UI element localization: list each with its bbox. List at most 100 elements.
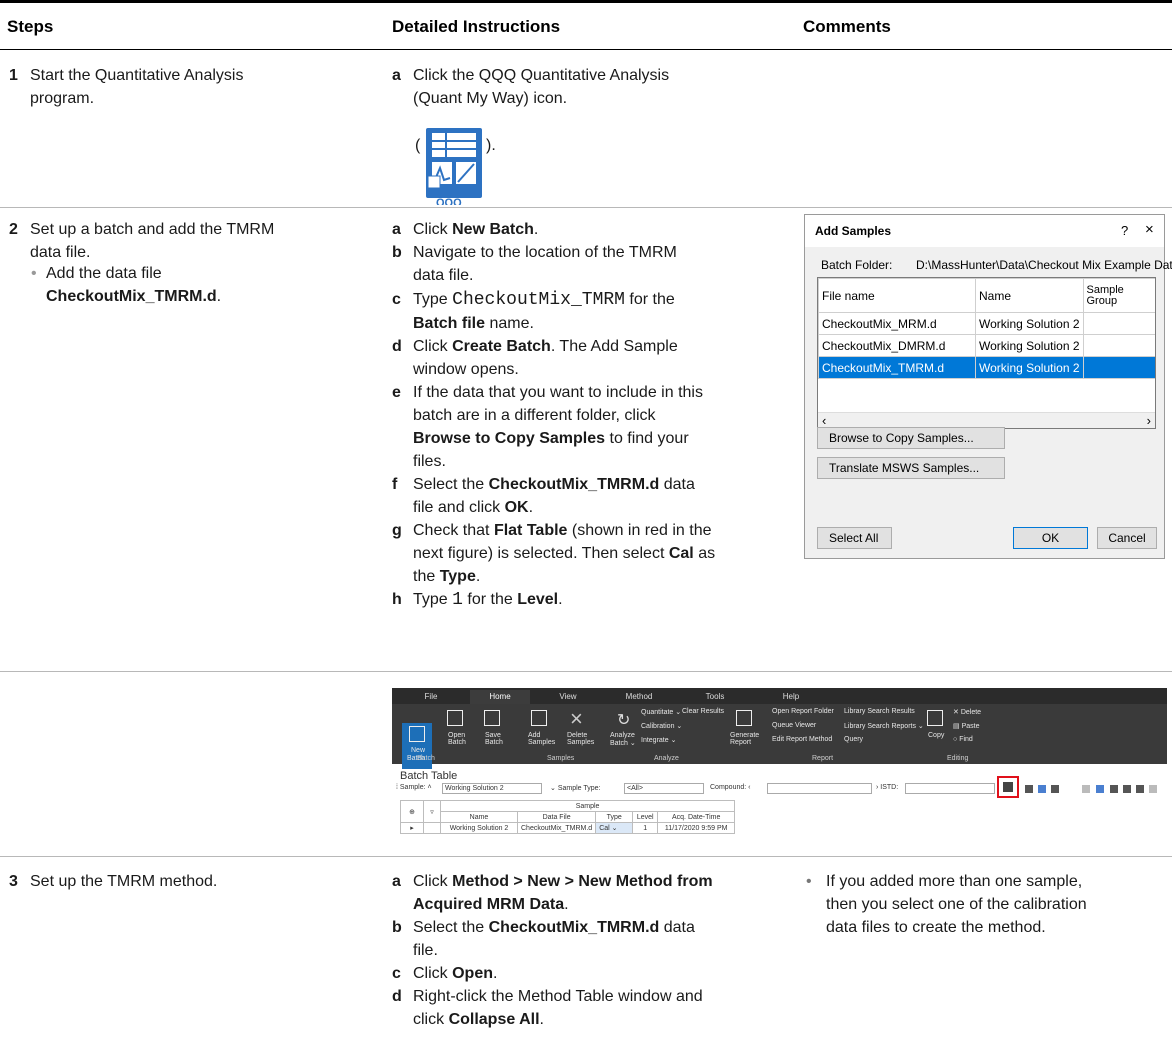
sample-filter-select[interactable]: Working Solution 2 [442,783,542,794]
quantitate-button[interactable]: Quantitate ⌄ [641,708,681,716]
tab-view[interactable]: View [537,690,599,704]
tab-help[interactable]: Help [756,690,826,704]
group-editing: Editing [947,755,969,762]
select-all-button[interactable]: Select All [817,527,892,549]
group-report: Report [812,755,834,762]
table-row[interactable]: CheckoutMix_MRM.d Working Solution 2 [818,312,1155,335]
library-search-reports-button[interactable]: Library Search Reports ⌄ [844,722,924,730]
tab-tools[interactable]: Tools [680,690,750,704]
istd-label: › ISTD: [876,784,899,791]
compound-select[interactable] [767,783,872,794]
copy-icon[interactable] [927,710,943,726]
step-2-instructions: a Click New Batch. b Navigate to the loc… [392,221,716,610]
step-1a-text: Click the QQQ Quantitative Analysis (Quan… [413,67,670,107]
scroll-right-icon[interactable]: › [1147,413,1151,428]
new-batch-icon [409,726,425,742]
open-batch-button[interactable]: Open Batch [448,732,466,746]
col-name[interactable]: Name [975,278,1084,313]
bullet-icon: • [31,265,37,282]
tab-file[interactable]: File [396,690,466,704]
flag-icon[interactable] [1149,785,1157,793]
close-icon[interactable]: × [1145,221,1154,238]
find-button[interactable]: ○ Find [953,736,973,743]
tab-method[interactable]: Method [604,690,674,704]
delete-samples-button[interactable]: Delete Samples [567,732,594,746]
analyze-batch-icon[interactable]: ↻ [617,710,630,730]
step-1-number: 1 [9,67,18,84]
sample-type-label: ⌄ Sample Type: [550,785,601,792]
view-icon[interactable] [1038,785,1046,793]
type-select[interactable]: Cal ⌄ [595,822,634,834]
flag-icon[interactable] [1096,785,1104,793]
group-analyze: Analyze [654,755,679,762]
translate-msws-samples-button[interactable]: Translate MSWS Samples... [817,457,1005,479]
col-type[interactable]: Type [595,811,634,823]
col-sample-group[interactable]: Sample Group [1082,278,1155,313]
paste-button[interactable]: ▤ Paste [953,722,979,730]
flag-icon[interactable] [1082,785,1090,793]
icon-open-paren: ( [415,137,421,154]
flat-table-button[interactable] [997,776,1019,798]
samples-grid[interactable]: File name Name Sample Group CheckoutMix_… [817,277,1156,429]
help-icon[interactable]: ? [1121,223,1128,238]
flag-icon[interactable] [1136,785,1144,793]
step-3-comment: If you added more than one sample, then … [826,873,1087,936]
batch-folder-path: D:\MassHunter\Data\Checkout Mix Example … [916,258,1172,272]
sample-group-header: Sample [439,800,736,812]
table-row-selected[interactable]: CheckoutMix_TMRM.d Working Solution 2 [818,356,1155,379]
col-file-name[interactable]: File name [818,278,976,313]
quant-ribbon-screenshot: File Home View Method Tools Help New Bat… [392,688,1167,836]
open-batch-icon[interactable] [447,710,463,726]
clear-results-button[interactable]: Clear Results [682,708,724,715]
view-icon[interactable] [1025,785,1033,793]
edit-report-method-button[interactable]: Edit Report Method [772,736,832,743]
table-row[interactable]: ▸ Working Solution 2 CheckoutMix_TMRM.d … [400,822,736,834]
table-row[interactable]: CheckoutMix_DMRM.d Working Solution 2 [818,334,1155,357]
icon-caption: QQQ [436,197,462,205]
open-report-folder-button[interactable]: Open Report Folder [772,708,834,715]
step-3-instructions: a Click Method > New > New Method from A… [392,873,713,1028]
new-batch-button[interactable]: New Batch [402,723,432,769]
col-acq-date-time[interactable]: Acq. Date-Time [657,811,736,823]
row-divider [0,207,1172,208]
view-icon[interactable] [1051,785,1059,793]
integrate-button[interactable]: Integrate ⌄ [641,736,676,744]
queue-viewer-button[interactable]: Queue Viewer [772,722,816,729]
save-batch-icon[interactable] [484,710,500,726]
row-divider [0,671,1172,672]
sample-type-select[interactable]: <All> [624,783,704,794]
tab-home[interactable]: Home [470,690,530,704]
row-divider [0,856,1172,857]
generate-report-button[interactable]: Generate Report [730,732,759,746]
ok-button[interactable]: OK [1013,527,1088,549]
flag-icon[interactable] [1123,785,1131,793]
delete-samples-icon[interactable]: × [570,706,583,732]
step-2-number: 2 [9,221,18,238]
istd-select[interactable] [905,783,995,794]
save-batch-button[interactable]: Save Batch [485,732,503,746]
copy-button[interactable]: Copy [928,732,944,739]
analyze-batch-button[interactable]: Analyze Batch ⌄ [610,732,636,747]
generate-report-icon[interactable] [736,710,752,726]
browse-to-copy-samples-button[interactable]: Browse to Copy Samples... [817,427,1005,449]
col-level[interactable]: Level [632,811,659,823]
calibration-button[interactable]: Calibration ⌄ [641,722,682,730]
icon-close-paren: ). [486,137,496,154]
dialog-title-bar: Add Samples ? × [805,215,1164,247]
cancel-button[interactable]: Cancel [1097,527,1157,549]
add-samples-button[interactable]: Add Samples [528,732,555,746]
library-search-results-button[interactable]: Library Search Results [844,708,915,715]
step-1-title: Start the Quantitative Analysis program. [30,67,244,107]
col-data-file[interactable]: Data File [516,811,597,823]
delete-button[interactable]: ✕ Delete [953,708,981,716]
flag-icon[interactable] [1110,785,1118,793]
compound-label: Compound: ‹ [710,784,751,791]
batch-table-grid[interactable]: ⊕ ▿ Sample Name Data File Type Level Acq… [400,800,736,834]
batch-folder-label: Batch Folder: [821,258,893,272]
scroll-left-icon[interactable]: ‹ [822,413,826,428]
query-button[interactable]: Query [844,736,863,743]
group-samples: Samples [547,755,575,762]
add-samples-icon[interactable] [531,710,547,726]
col-name[interactable]: Name [440,811,518,823]
step-1a-letter: a [392,67,401,84]
